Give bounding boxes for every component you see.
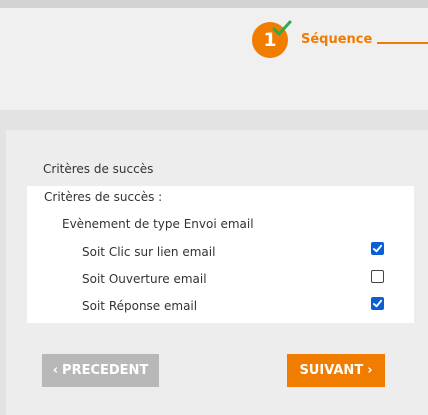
chevron-right-icon: ›: [367, 363, 373, 378]
option-label-reply: Soit Réponse email: [82, 299, 198, 313]
option-checkbox-click[interactable]: [371, 242, 384, 255]
top-strip: [0, 0, 428, 8]
step-connector: [377, 42, 428, 44]
section-title: Critères de succès: [43, 162, 154, 176]
check-icon: [372, 299, 383, 308]
check-icon: [372, 244, 383, 253]
option-checkbox-reply[interactable]: [371, 297, 384, 310]
option-checkbox-open[interactable]: [371, 270, 384, 283]
next-button-label: SUIVANT: [299, 363, 364, 378]
criteria-box-title: Critères de succès :: [44, 190, 163, 204]
previous-button-label: PRECEDENT: [62, 363, 149, 378]
chevron-left-icon: ‹: [52, 363, 59, 378]
wizard-header: [0, 8, 428, 110]
option-label-open: Soit Ouverture email: [82, 272, 207, 286]
previous-button[interactable]: ‹ PRECEDENT: [42, 354, 159, 387]
checkmark-icon: [272, 20, 292, 36]
step-label[interactable]: Séquence: [301, 32, 372, 47]
event-label: Evènement de type Envoi email: [62, 217, 254, 231]
next-button[interactable]: SUIVANT ›: [287, 354, 385, 387]
option-label-click: Soit Clic sur lien email: [82, 245, 216, 259]
